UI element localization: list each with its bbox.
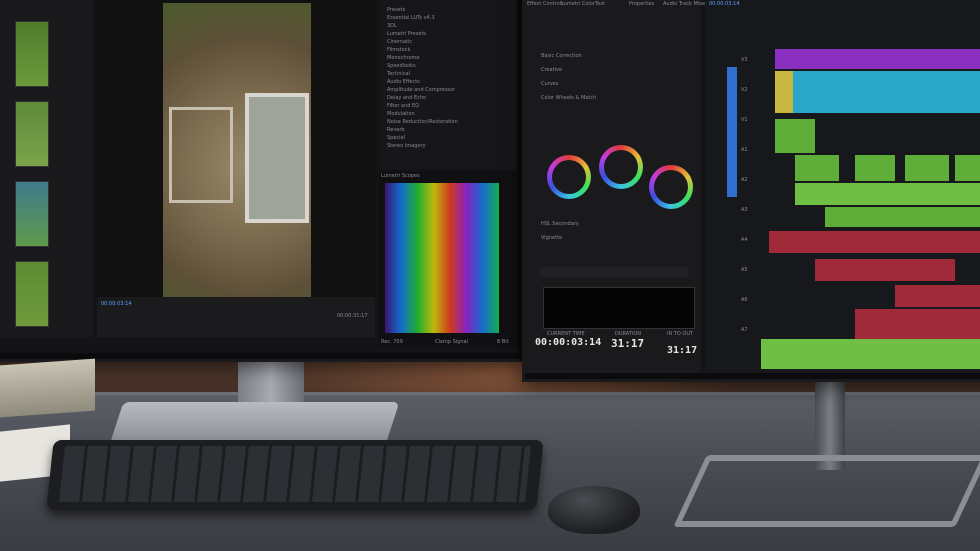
effects-list-item[interactable]: Technical [387, 71, 410, 77]
track-label[interactable]: A3 [741, 207, 748, 213]
track-label[interactable]: V3 [741, 57, 748, 63]
track-label[interactable]: A6 [741, 297, 748, 303]
in-to-out-value: 31:17 [667, 345, 698, 356]
panel-tab[interactable]: Lumetri Color [561, 1, 595, 7]
track-label[interactable]: A4 [741, 237, 748, 243]
timeline-clip[interactable] [775, 71, 793, 113]
scope-footer-bits[interactable]: 8 Bit [497, 339, 509, 345]
timeline-clip[interactable] [795, 155, 839, 181]
timeline-clip[interactable] [769, 231, 980, 253]
timeline-clip[interactable] [795, 183, 980, 205]
thumbnail[interactable] [15, 261, 49, 327]
effects-list-item[interactable]: Lumetri Presets [387, 31, 426, 37]
right-monitor: Effect Controls Lumetri Color Text Properti… [522, 0, 980, 382]
panel-tab[interactable]: Text [595, 1, 605, 7]
timeline-clip[interactable] [905, 155, 949, 181]
midtones-color-wheel[interactable] [599, 145, 643, 189]
left-monitor-screen: 00:00:03:14 00:00:31:17 Presets Essential… [0, 0, 517, 353]
timeline-clip[interactable] [855, 155, 895, 181]
shadows-color-wheel[interactable] [547, 155, 591, 199]
effects-list-item[interactable]: Essential LUTs v4.3 [387, 15, 435, 21]
effects-list-item[interactable]: Monochrome [387, 55, 419, 61]
viewer-timecode-right: 00:00:31:17 [337, 313, 368, 319]
timeline-clip[interactable] [825, 207, 980, 227]
tools-bar[interactable] [539, 267, 689, 277]
right-monitor-screen: Effect Controls Lumetri Color Text Properti… [525, 0, 980, 373]
effects-list-item[interactable]: Filter and EQ [387, 103, 419, 109]
lumetri-section[interactable]: HSL Secondary [541, 221, 579, 227]
track-label[interactable]: V1 [741, 117, 748, 123]
track-label[interactable]: A7 [741, 327, 748, 333]
effects-panel: Presets Essential LUTs v4.3 3DL Lumetri Pre… [379, 0, 517, 169]
track-label[interactable]: A2 [741, 177, 748, 183]
duration-value: 31:17 [611, 337, 645, 350]
effects-list-item[interactable]: Delay and Echo [387, 95, 426, 101]
effects-list-item[interactable]: Audio Effects [387, 79, 420, 85]
viewer-transport-bar[interactable]: 00:00:03:14 00:00:31:17 [97, 297, 375, 337]
right-monitor-stand-base [673, 455, 980, 527]
effects-list-item[interactable]: 3DL [387, 23, 397, 29]
lumetri-section[interactable]: Color Wheels & Match [541, 95, 596, 101]
lumetri-color-panel: Effect Controls Lumetri Color Text Properti… [525, 0, 769, 373]
effects-list-item[interactable]: Stereo Imagery [387, 143, 426, 149]
timeline-clip[interactable] [895, 285, 980, 307]
lumetri-section[interactable]: Basic Correction [541, 53, 582, 59]
left-monitor: 00:00:03:14 00:00:31:17 Presets Essential… [0, 0, 526, 362]
thumbnail[interactable] [15, 101, 49, 167]
effects-list-item[interactable]: Special [387, 135, 405, 141]
foundation-outline [169, 107, 233, 203]
timeline-clip[interactable] [775, 119, 815, 153]
in-to-out-label: IN TO OUT [667, 331, 694, 337]
effects-list-item[interactable]: Modulation [387, 111, 415, 117]
track-label[interactable]: V2 [741, 87, 748, 93]
lumetri-section[interactable]: Vignette [541, 235, 562, 241]
mouse[interactable] [548, 486, 640, 534]
binder-stack [0, 358, 95, 418]
track-label[interactable]: A5 [741, 267, 748, 273]
timeline-clip[interactable] [955, 155, 980, 181]
thumbnail[interactable] [15, 181, 49, 247]
thumbnail[interactable] [15, 21, 49, 87]
effects-list-item[interactable]: Filmstock [387, 47, 410, 53]
highlights-color-wheel[interactable] [649, 165, 693, 209]
timeline-timecode: 00:00:03:14 [709, 1, 740, 7]
timeline-panel: 00:00:03:14 V3 V2 V1 A1 A2 A3 A4 A5 A6 A7 [705, 0, 980, 373]
timeline-clip[interactable] [855, 309, 980, 339]
project-bin-panel [0, 0, 93, 337]
audio-meter [543, 287, 695, 329]
current-time-value: 00:00:03:14 [535, 337, 602, 348]
track-label[interactable]: A1 [741, 147, 748, 153]
effects-list-item[interactable]: Noise Reduction/Restoration [387, 119, 458, 125]
timeline-clip[interactable] [775, 49, 980, 69]
keyboard-keys[interactable] [59, 446, 531, 502]
panel-tab[interactable]: Effect Controls [527, 1, 564, 7]
scope-footer-left: Rec. 709 [381, 339, 403, 345]
pool-excavation [245, 93, 309, 223]
effects-list-item[interactable]: Reverb [387, 127, 405, 133]
timeline-clip[interactable] [761, 339, 980, 369]
viewer-timecode-left: 00:00:03:14 [101, 301, 132, 307]
track-selection-bar [727, 67, 737, 197]
effects-list-item[interactable]: Presets [387, 7, 405, 13]
timeline-clip[interactable] [815, 259, 955, 281]
timeline-clip[interactable] [775, 71, 980, 113]
effects-list-item[interactable]: Amplitude and Compressor [387, 87, 455, 93]
scope-footer-right[interactable]: Clamp Signal [435, 339, 468, 345]
scope-title: Lumetri Scopes [381, 173, 420, 179]
effects-list-item[interactable]: Cinematic [387, 39, 412, 45]
effects-list-item[interactable]: Speedlooks [387, 63, 416, 69]
lumetri-section[interactable]: Creative [541, 67, 562, 73]
lumetri-section[interactable]: Curves [541, 81, 558, 87]
panel-tab[interactable]: Properties [629, 1, 654, 7]
waveform-scope [385, 183, 499, 333]
